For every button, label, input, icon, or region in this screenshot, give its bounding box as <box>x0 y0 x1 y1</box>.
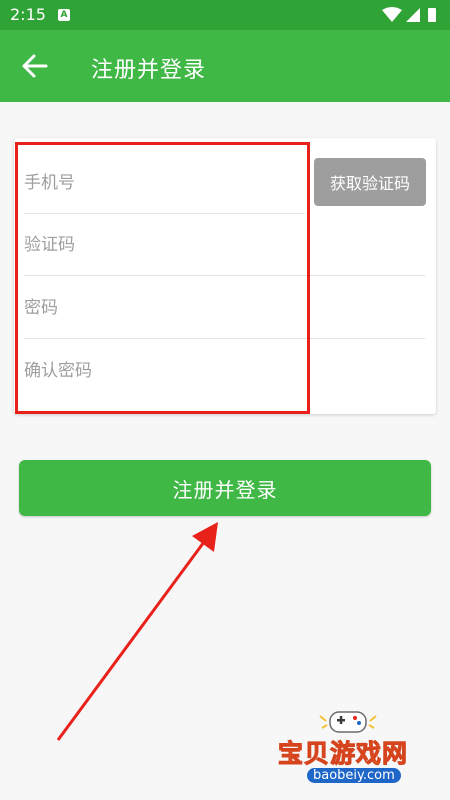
page-title: 注册并登录 <box>91 58 207 83</box>
system-status-icons <box>382 7 436 22</box>
app-bar: 注册并登录 <box>0 30 450 102</box>
watermark-url: baobeiy.com <box>307 768 401 783</box>
divider <box>24 338 425 339</box>
divider <box>24 275 425 276</box>
status-time: 2:15 <box>10 5 46 24</box>
watermark-name: 宝贝游戏网 <box>277 739 409 769</box>
notification-a-icon: A <box>58 9 70 21</box>
signal-icon <box>406 8 420 22</box>
watermark-logo: 宝贝游戏网 baobeiy.com <box>277 704 438 794</box>
get-code-button[interactable]: 获取验证码 <box>314 158 426 206</box>
back-button[interactable] <box>10 44 56 88</box>
register-login-button[interactable]: 注册并登录 <box>19 460 431 516</box>
verification-code-input[interactable] <box>24 214 305 276</box>
phone-input[interactable] <box>24 152 305 214</box>
registration-form-card: 获取验证码 <box>14 138 436 414</box>
status-bar: 2:15 A <box>0 0 450 30</box>
wifi-icon <box>382 7 402 22</box>
password-input[interactable] <box>24 277 305 339</box>
arrow-left-icon <box>22 54 48 78</box>
confirm-password-input[interactable] <box>24 340 305 402</box>
battery-icon <box>428 8 436 22</box>
